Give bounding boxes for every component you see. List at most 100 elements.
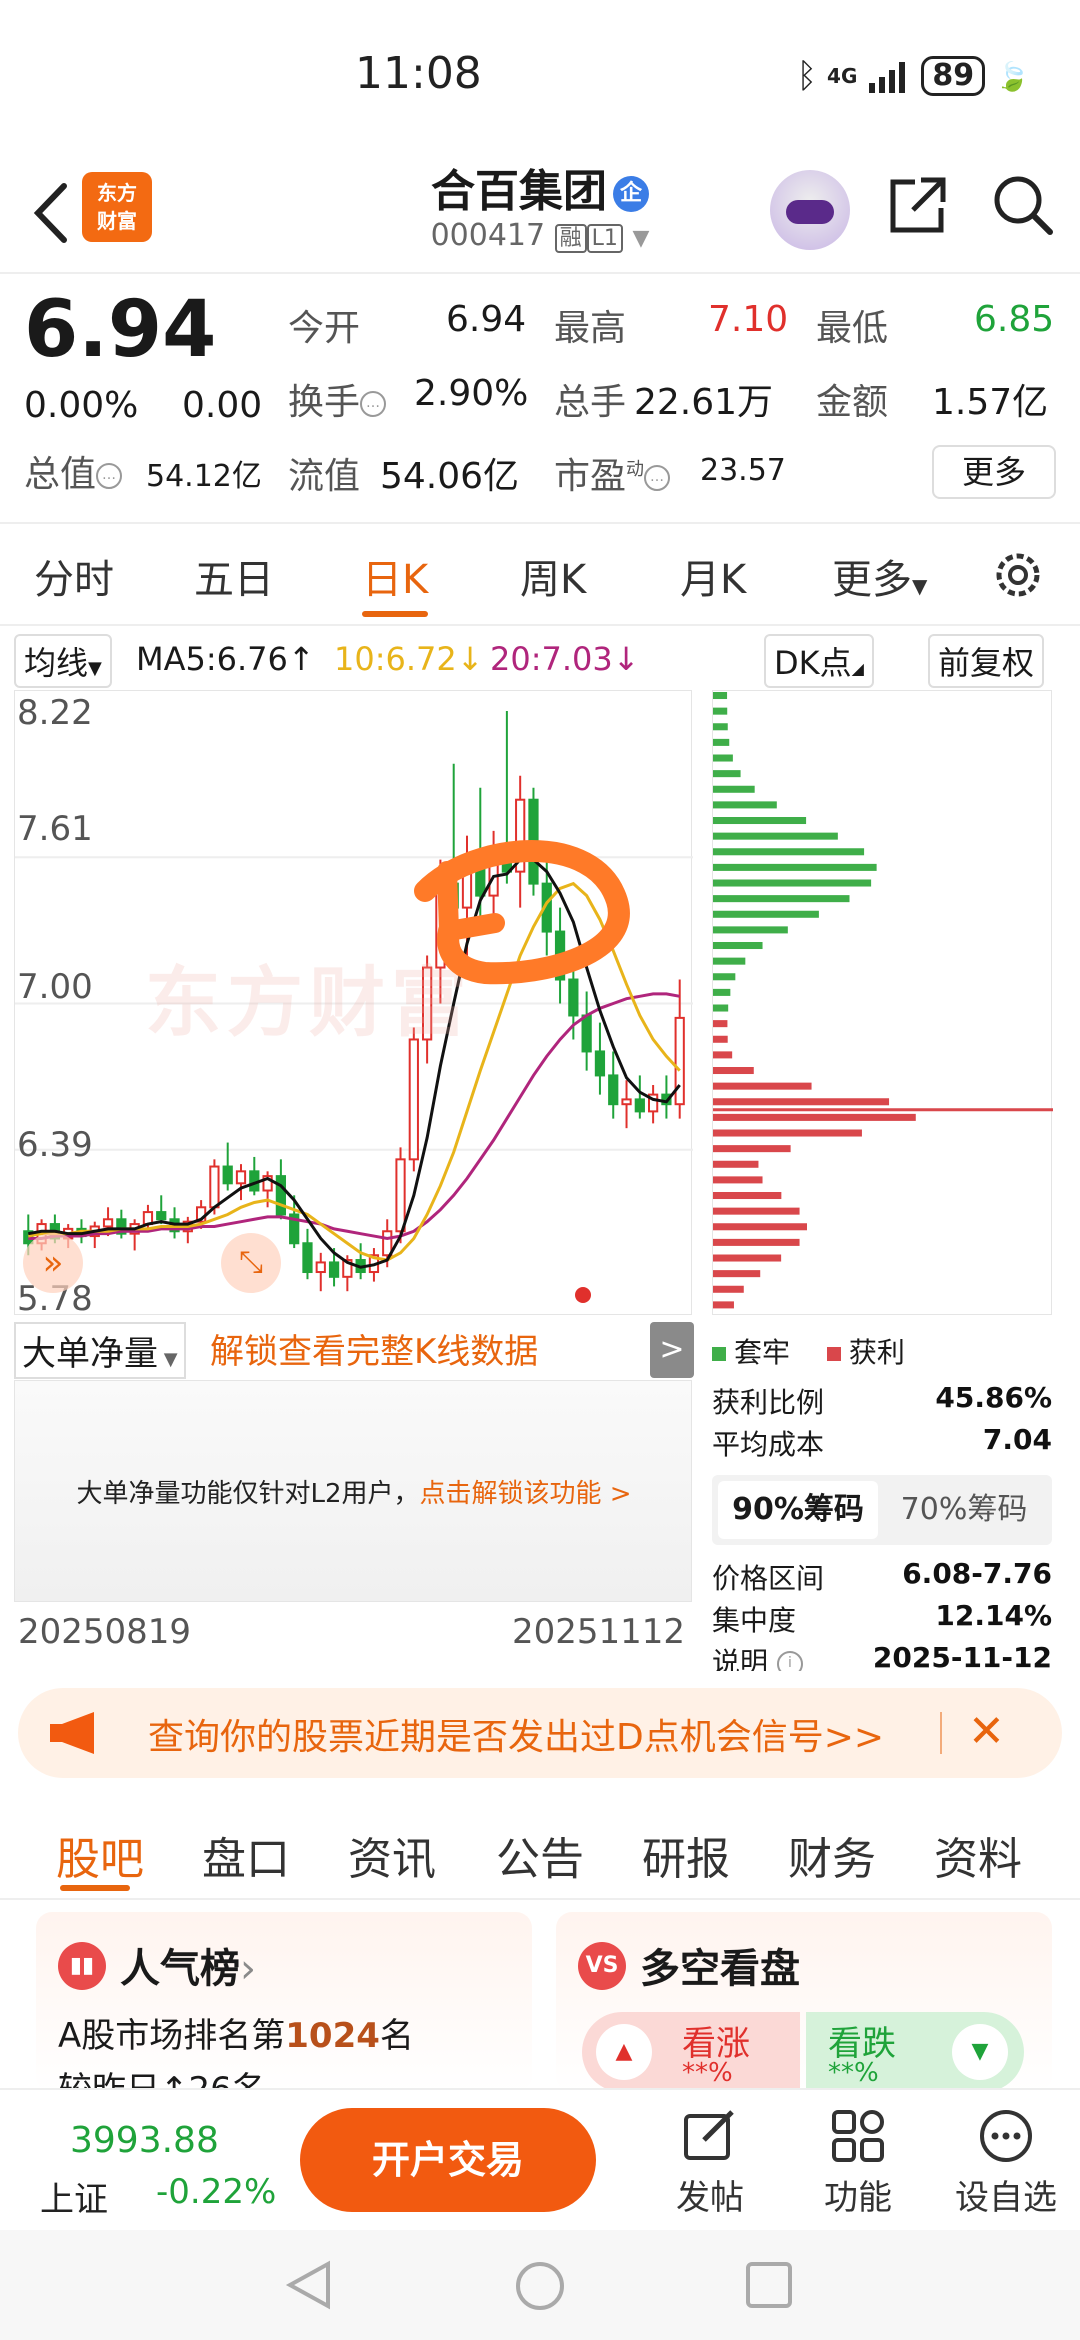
profit-chip-bar bbox=[713, 1129, 862, 1137]
expand-icon[interactable]: ⤡ bbox=[221, 1233, 281, 1293]
nav-home-icon[interactable] bbox=[514, 2260, 566, 2312]
loss-chip-bar bbox=[713, 879, 872, 887]
nav-back-icon[interactable] bbox=[284, 2260, 334, 2310]
low-label: 最低 bbox=[816, 308, 889, 349]
price-range-row: 价格区间 6.08-7.76 bbox=[712, 1557, 1052, 1595]
loss-chip-bar bbox=[713, 910, 819, 918]
loss-chip-bar bbox=[713, 754, 733, 762]
down-arrow-icon: ▼ bbox=[952, 2024, 1008, 2080]
chart-period-tabs: 分时 五日 日K 周K 月K 更多▼ bbox=[0, 535, 1080, 635]
post-button[interactable]: 发帖 bbox=[650, 2108, 770, 2219]
locked-indicator-box: 大单净量功能仅针对L2用户，点击解锁该功能 > bbox=[14, 1380, 692, 1602]
info-icon[interactable]: i bbox=[776, 1651, 803, 1671]
info-icon[interactable]: … bbox=[96, 463, 123, 489]
tab-90-chip[interactable]: 90%筹码 bbox=[718, 1481, 878, 1539]
vs-icon: VS bbox=[578, 1942, 626, 1990]
search-icon[interactable] bbox=[990, 172, 1056, 238]
tab-daily-k[interactable]: 日K bbox=[362, 547, 428, 605]
network-label: 4G bbox=[827, 64, 858, 88]
tab-finance[interactable]: 财务 bbox=[788, 1823, 876, 1887]
system-nav-bar bbox=[0, 2230, 1080, 2340]
candle-body bbox=[315, 1261, 326, 1274]
open-account-button[interactable]: 开户交易 bbox=[300, 2108, 596, 2212]
profit-chip-bar bbox=[713, 1207, 800, 1215]
ranking-icon: ▮▮ bbox=[58, 1942, 106, 1990]
loss-chip-bar bbox=[713, 770, 741, 778]
concentration-row: 集中度 12.14% bbox=[712, 1599, 1052, 1637]
vote-up-pct: **% bbox=[682, 2058, 733, 2088]
index-value[interactable]: 3993.88 bbox=[70, 2120, 219, 2161]
unlock-kline-link[interactable]: 解锁查看完整K线数据 bbox=[210, 1324, 538, 1373]
more-quote-button[interactable]: 更多 bbox=[932, 445, 1056, 499]
loss-chip-bar bbox=[713, 988, 731, 996]
share-icon[interactable] bbox=[885, 172, 951, 238]
add-watchlist-button[interactable]: 设自选 bbox=[946, 2108, 1066, 2219]
change-pct: 0.00% bbox=[24, 385, 139, 426]
dpoint-banner[interactable]: 查询你的股票近期是否发出过D点机会信号>> ✕ bbox=[18, 1688, 1062, 1778]
loss-chip-bar bbox=[713, 926, 788, 934]
high-label: 最高 bbox=[554, 308, 627, 349]
leaf-icon: 🍃 bbox=[995, 59, 1030, 93]
tab-intraday[interactable]: 分时 bbox=[34, 547, 114, 605]
chip-distribution-svg bbox=[713, 692, 1053, 1309]
tab-five-day[interactable]: 五日 bbox=[194, 547, 274, 605]
status-bar: 11:08 ᛒ 4G 89 🍃 bbox=[0, 0, 1080, 150]
y-tick: 8.22 bbox=[17, 693, 93, 733]
profit-chip-bar bbox=[713, 1035, 728, 1043]
panel-next-button[interactable]: > bbox=[650, 1322, 694, 1378]
nav-recents-icon[interactable] bbox=[744, 2260, 794, 2310]
rank-line: A股市场排名第1024名 bbox=[58, 2016, 414, 2056]
bottom-action-bar: 3993.88 上证 -0.22% 开户交易 发帖 功能 设自选 bbox=[0, 2088, 1080, 2228]
kline-chart[interactable]: 8.22 7.61 7.00 6.39 5.78 东方财富 » ⤡ bbox=[14, 690, 693, 1319]
tab-weekly-k[interactable]: 周K bbox=[520, 547, 586, 605]
popularity-card[interactable]: ▮▮ 人气榜› A股市场排名第1024名 较昨日↑26名 bbox=[36, 1912, 532, 2092]
open-label: 今开 bbox=[288, 308, 361, 349]
tab-monthly-k[interactable]: 月K bbox=[680, 547, 746, 605]
indicator-select[interactable]: 大单净量 ▼ bbox=[14, 1322, 186, 1379]
info-icon[interactable]: … bbox=[360, 391, 387, 417]
tab-pankou[interactable]: 盘口 bbox=[202, 1823, 290, 1887]
level-tag: L1 bbox=[586, 224, 623, 253]
tab-guba[interactable]: 股吧 bbox=[56, 1823, 144, 1887]
candle-body bbox=[209, 1165, 220, 1209]
chip-distribution-chart[interactable] bbox=[712, 690, 1053, 1315]
loss-chip-bar bbox=[713, 1004, 729, 1012]
float-value: 54.06亿 bbox=[380, 456, 520, 497]
loss-chip-bar bbox=[713, 832, 838, 840]
close-icon[interactable]: ✕ bbox=[968, 1706, 1005, 1757]
dk-point-select[interactable]: DK点◢ bbox=[764, 634, 874, 688]
chip-percent-tabs: 90%筹码 70%筹码 bbox=[712, 1475, 1052, 1545]
up-arrow-icon: ▲ bbox=[596, 2024, 652, 2080]
collapse-icon[interactable]: » bbox=[23, 1233, 83, 1293]
status-icons: ᛒ 4G 89 🍃 bbox=[797, 56, 1030, 96]
note-row[interactable]: 说明 i 2025-11-12 bbox=[712, 1641, 1052, 1671]
profit-chip-bar bbox=[713, 1051, 733, 1059]
tab-news[interactable]: 资讯 bbox=[348, 1823, 436, 1887]
bull-bear-card[interactable]: VS 多空看盘 ▲ 看涨 **% 看跌 **% ▼ bbox=[556, 1912, 1052, 2092]
bull-bear-title: 多空看盘 bbox=[640, 1946, 800, 1992]
profit-chip-bar bbox=[713, 1145, 791, 1153]
profit-chip-bar bbox=[713, 1192, 782, 1200]
function-button[interactable]: 功能 bbox=[798, 2108, 918, 2219]
assistant-avatar[interactable] bbox=[770, 170, 850, 250]
ma-select[interactable]: 均线▼ bbox=[14, 634, 112, 688]
pe-value: 23.57 bbox=[700, 453, 786, 488]
divider bbox=[0, 272, 1080, 274]
info-icon[interactable]: … bbox=[644, 465, 671, 491]
mcap-label: 总值… bbox=[24, 445, 123, 497]
candle-body bbox=[395, 1158, 406, 1233]
active-tab-underline bbox=[362, 611, 428, 617]
tab-more[interactable]: 更多▼ bbox=[832, 547, 927, 605]
tab-announcements[interactable]: 公告 bbox=[496, 1823, 584, 1887]
unlock-feature-link[interactable]: 点击解锁该功能 > bbox=[419, 1479, 631, 1509]
tab-research[interactable]: 研报 bbox=[642, 1823, 730, 1887]
adjust-select[interactable]: 前复权 bbox=[928, 634, 1045, 688]
index-name: 上证 bbox=[40, 2180, 108, 2220]
tab-profile[interactable]: 资料 bbox=[934, 1823, 1022, 1887]
vote-down-button[interactable]: 看跌 **% ▼ bbox=[806, 2012, 1024, 2092]
profit-chip-bar bbox=[713, 1160, 759, 1168]
gear-icon[interactable] bbox=[990, 547, 1046, 603]
turnover-label: 换手… bbox=[288, 373, 387, 425]
vote-up-button[interactable]: ▲ 看涨 **% bbox=[582, 2012, 800, 2092]
tab-70-chip[interactable]: 70%筹码 bbox=[884, 1481, 1044, 1539]
